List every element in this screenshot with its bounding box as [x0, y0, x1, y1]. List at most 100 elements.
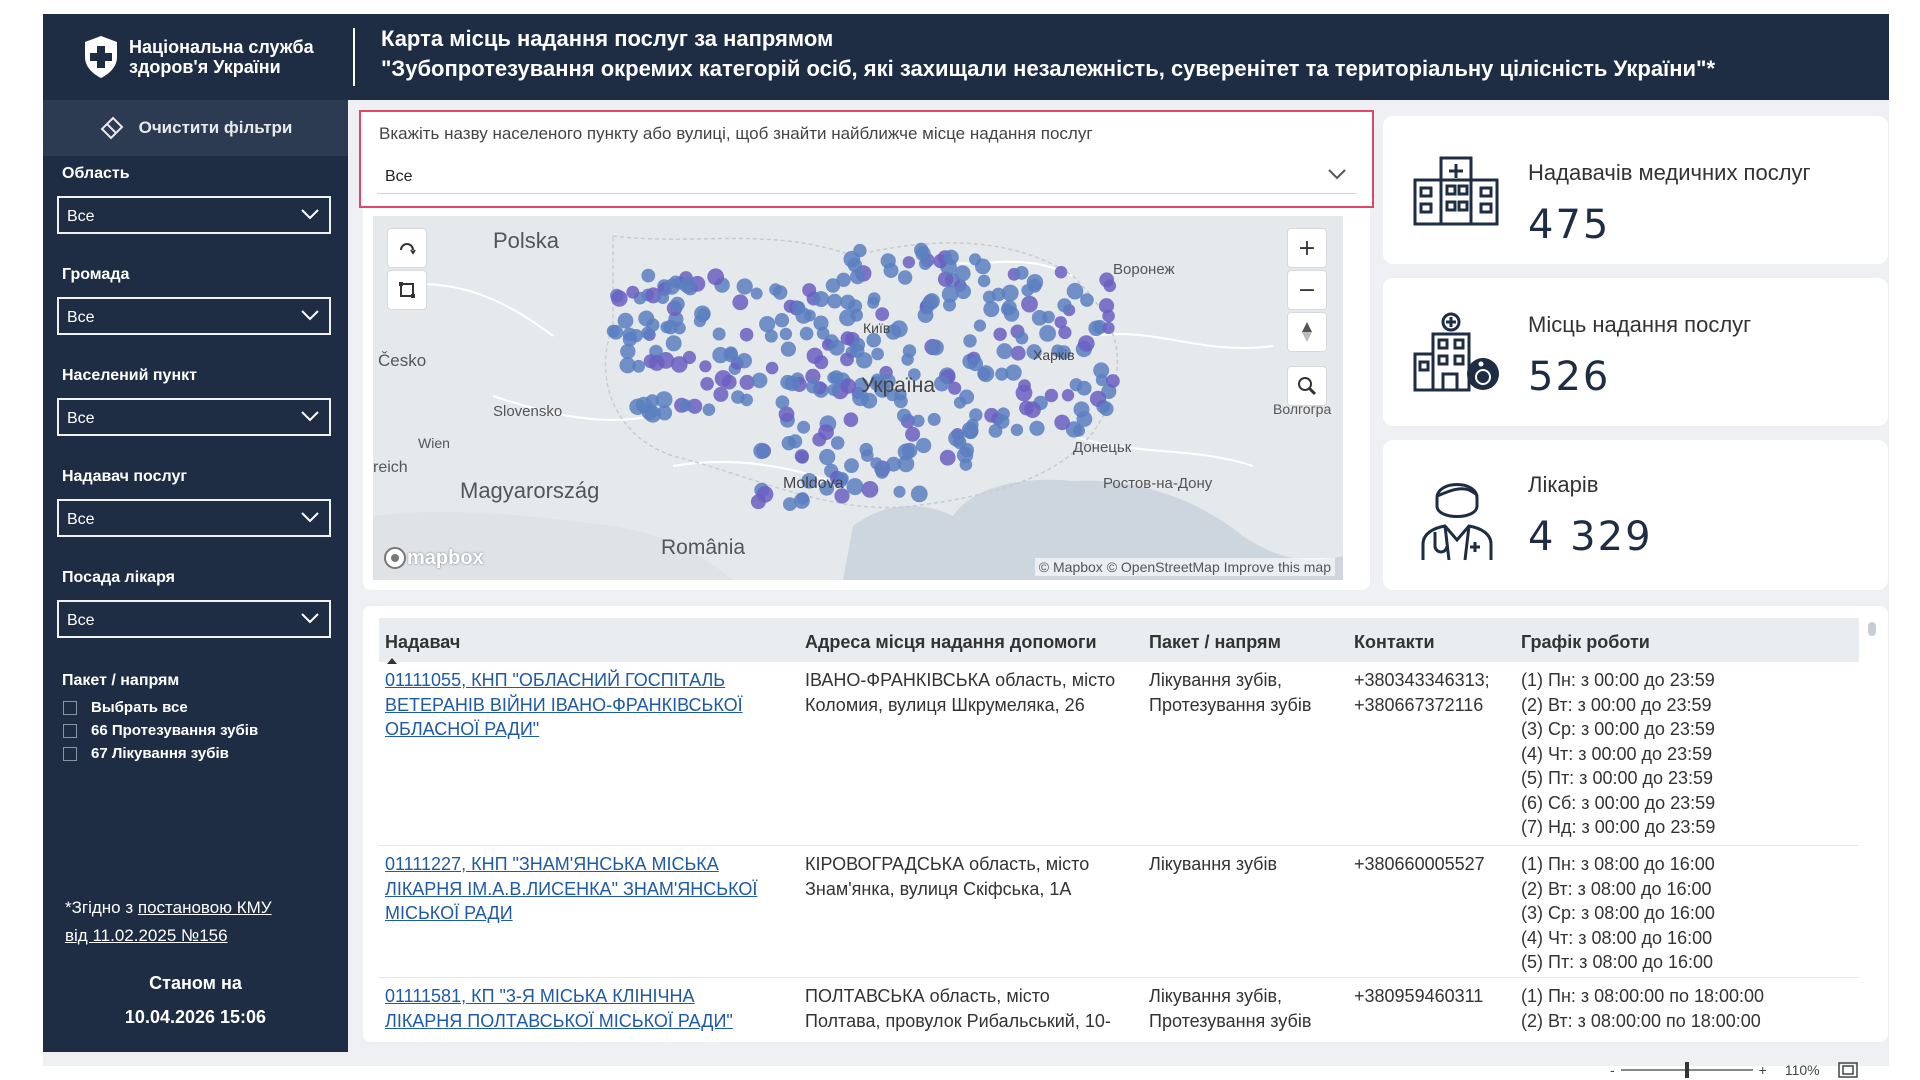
provider-marker[interactable] [732, 294, 749, 311]
provider-marker[interactable] [959, 389, 975, 405]
provider-marker[interactable] [1029, 420, 1045, 436]
package-option-67[interactable]: 67 Лікування зубів [63, 745, 229, 762]
provider-marker[interactable] [843, 412, 859, 427]
provider-marker[interactable] [806, 347, 823, 364]
provider-marker[interactable] [943, 298, 956, 312]
provider-marker[interactable] [731, 390, 745, 404]
provider-marker[interactable] [897, 408, 912, 423]
provider-marker[interactable] [1066, 282, 1084, 300]
provider-marker[interactable] [901, 353, 914, 366]
provider-marker[interactable] [969, 253, 982, 266]
provider-marker[interactable] [751, 372, 768, 389]
provider-marker[interactable] [617, 312, 634, 329]
provider-marker[interactable] [1024, 401, 1041, 418]
provider-marker[interactable] [723, 347, 739, 363]
column-header-package[interactable]: Пакет / напрям [1149, 632, 1281, 653]
package-option-select-all[interactable]: Выбрать все [63, 699, 188, 716]
provider-marker[interactable] [927, 412, 941, 426]
provider-marker[interactable] [714, 370, 732, 388]
filter-select-oblast[interactable]: Все [57, 196, 331, 234]
provider-marker[interactable] [756, 485, 774, 503]
provider-marker[interactable] [679, 399, 692, 412]
provider-marker[interactable] [750, 287, 763, 300]
provider-marker[interactable] [713, 386, 729, 402]
table-row[interactable]: 01111581, КП "3-Я МІСЬКА КЛІНІЧНА ЛІКАРН… [379, 978, 1859, 1042]
provider-marker[interactable] [840, 331, 855, 346]
provider-marker[interactable] [902, 256, 915, 269]
provider-marker[interactable] [626, 285, 640, 299]
provider-marker[interactable] [825, 278, 841, 293]
provider-marker[interactable] [948, 430, 965, 447]
provider-marker[interactable] [1039, 325, 1056, 342]
zoom-out-button[interactable]: − [1287, 270, 1327, 310]
map-attribution[interactable]: © Mapbox © OpenStreetMap Improve this ma… [1034, 558, 1335, 576]
provider-marker[interactable] [993, 327, 1007, 341]
provider-marker[interactable] [1018, 379, 1031, 393]
provider-marker[interactable] [1026, 274, 1044, 291]
provider-marker[interactable] [905, 426, 921, 442]
filter-select-provider[interactable]: Все [57, 499, 331, 537]
provider-marker[interactable] [1010, 423, 1024, 437]
filter-select-hromada[interactable]: Все [57, 297, 331, 335]
provider-marker[interactable] [1014, 266, 1029, 280]
provider-marker[interactable] [638, 310, 655, 327]
provider-marker[interactable] [973, 319, 987, 332]
column-header-schedule[interactable]: Графік роботи [1521, 632, 1650, 653]
checkbox[interactable] [63, 700, 77, 715]
provider-marker[interactable] [912, 414, 925, 428]
provider-marker[interactable] [983, 301, 1000, 318]
resolution-link-date[interactable]: від 11.02.2025 №156 [65, 926, 228, 945]
provider-marker[interactable] [622, 327, 637, 342]
provider-marker[interactable] [859, 442, 873, 457]
fit-to-page-icon[interactable] [1837, 1062, 1858, 1078]
map-lasso-button[interactable] [387, 270, 427, 310]
provider-marker[interactable] [812, 432, 827, 447]
table-scrollbar[interactable] [1868, 622, 1876, 636]
provider-marker[interactable] [1093, 362, 1110, 379]
provider-marker[interactable] [943, 249, 959, 265]
provider-marker[interactable] [939, 449, 956, 466]
package-option-66[interactable]: 66 Протезування зубів [63, 722, 258, 739]
provider-marker[interactable] [606, 324, 620, 338]
provider-marker[interactable] [1106, 374, 1120, 388]
provider-marker[interactable] [819, 448, 836, 466]
provider-marker[interactable] [641, 326, 654, 340]
provider-marker[interactable] [796, 492, 809, 505]
provider-marker[interactable] [934, 375, 950, 392]
provider-marker[interactable] [774, 313, 790, 328]
provider-marker[interactable] [917, 307, 934, 323]
provider-marker[interactable] [1054, 316, 1067, 329]
provider-marker[interactable] [955, 283, 972, 300]
provider-marker[interactable] [795, 307, 812, 324]
zoom-slider-thumb[interactable] [1684, 1062, 1689, 1078]
zoom-slider[interactable] [1620, 1062, 1753, 1078]
provider-marker[interactable] [794, 449, 809, 464]
provider-marker[interactable] [775, 395, 790, 410]
checkbox[interactable] [63, 746, 77, 761]
map-search-button[interactable] [1287, 366, 1327, 406]
zoom-out[interactable]: - [1610, 1062, 1615, 1078]
provider-marker[interactable] [871, 347, 884, 361]
provider-link[interactable]: 01111227, КНП "ЗНАМ'ЯНСЬКА МІСЬКА ЛІКАРН… [385, 852, 757, 926]
provider-marker[interactable] [916, 437, 932, 454]
provider-marker[interactable] [784, 375, 801, 392]
provider-marker[interactable] [910, 485, 928, 503]
provider-marker[interactable] [1098, 298, 1115, 314]
provider-marker[interactable] [670, 296, 685, 312]
provider-marker[interactable] [780, 341, 796, 357]
provider-marker[interactable] [977, 274, 991, 288]
provider-marker[interactable] [1015, 331, 1029, 345]
provider-marker[interactable] [875, 307, 890, 321]
provider-marker[interactable] [1021, 295, 1038, 313]
provider-marker[interactable] [840, 378, 856, 394]
provider-marker[interactable] [657, 405, 673, 421]
location-search-select[interactable]: Все [377, 158, 1356, 194]
provider-marker[interactable] [679, 277, 696, 294]
provider-marker[interactable] [783, 497, 797, 511]
provider-marker[interactable] [813, 315, 829, 331]
provider-marker[interactable] [806, 379, 820, 394]
provider-marker[interactable] [765, 361, 779, 375]
provider-marker[interactable] [1010, 345, 1026, 361]
provider-marker[interactable] [1000, 303, 1014, 316]
provider-map[interactable]: Polska Česko Slovensko Wien reich Magyar… [373, 216, 1343, 580]
